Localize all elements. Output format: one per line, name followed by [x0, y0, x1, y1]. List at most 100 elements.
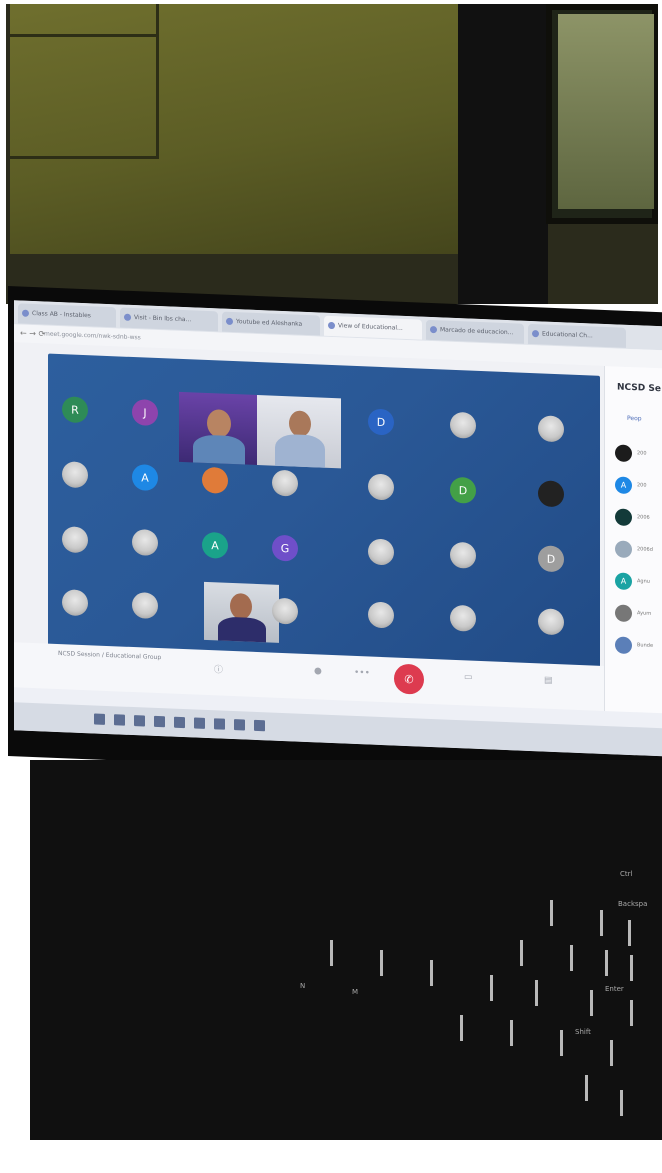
participant-video[interactable]: [179, 391, 259, 466]
taskbar-app-icon[interactable]: [234, 719, 245, 731]
participant-avatar[interactable]: A: [202, 531, 228, 559]
participant-row-avatar: A: [615, 572, 632, 591]
door: [10, 4, 458, 254]
participant-video[interactable]: [204, 581, 279, 643]
key-label: Shift: [575, 1028, 591, 1036]
participant-avatar[interactable]: D: [368, 408, 394, 436]
participant-row[interactable]: Bunde: [615, 636, 662, 656]
address-text: meet.google.com/nwk-sdnb-wss: [44, 330, 141, 342]
taskbar-app-icon[interactable]: [134, 715, 145, 727]
participant-avatar[interactable]: [538, 608, 564, 636]
key-edge: [380, 950, 383, 976]
taskbar-app-icon[interactable]: [154, 715, 165, 728]
key-edge: [460, 1015, 463, 1041]
browser-tab[interactable]: Marcado de educacion...: [426, 319, 524, 344]
taskbar-app-icon[interactable]: [94, 713, 105, 725]
key-edge: [605, 950, 608, 976]
key-label: Ctrl: [620, 870, 633, 878]
participant-avatar[interactable]: [62, 526, 88, 554]
key-label: Backspa: [618, 900, 648, 908]
taskbar-app-icon[interactable]: [194, 717, 205, 729]
participant-row[interactable]: Ayurn: [615, 604, 662, 624]
browser-tab[interactable]: Class AB - Instables: [18, 303, 116, 328]
participant-row-name: Ayurn: [637, 610, 652, 617]
participant-avatar[interactable]: [132, 591, 158, 620]
key-edge: [600, 910, 603, 936]
panel-title: NCSD Se: [617, 382, 661, 395]
key-edge: [510, 1020, 513, 1046]
participant-row-avatar: [615, 444, 632, 463]
key-edge: [610, 1040, 613, 1066]
participant-avatar[interactable]: [450, 411, 476, 439]
browser-tab-active[interactable]: View of Educational...: [324, 315, 422, 340]
participant-avatar[interactable]: [202, 466, 228, 494]
captions-icon[interactable]: ▭: [464, 672, 473, 682]
participant-row-avatar: [615, 604, 632, 623]
participant-video[interactable]: [257, 395, 341, 469]
wall-post: [458, 4, 548, 304]
participant-row[interactable]: A Agnu: [615, 572, 662, 592]
key-edge: [630, 1000, 633, 1026]
participant-row-avatar: [615, 540, 632, 559]
participant-row-avatar: [615, 636, 632, 655]
participant-row[interactable]: A 200: [615, 476, 662, 496]
participant-avatar[interactable]: [538, 480, 564, 508]
key-label: M: [352, 988, 359, 996]
participant-row[interactable]: 2006d: [615, 540, 662, 560]
back-forward-icon[interactable]: ← → ⟳: [20, 324, 45, 343]
key-edge: [620, 1090, 623, 1116]
key-edge: [330, 940, 333, 966]
end-call-button[interactable]: ✆: [394, 663, 424, 695]
key-label: Enter: [605, 985, 624, 993]
participant-avatar[interactable]: [538, 415, 564, 443]
participant-row[interactable]: 2006: [615, 508, 662, 528]
participant-avatar[interactable]: [62, 589, 88, 617]
key-edge: [630, 955, 633, 981]
key-edge: [570, 945, 573, 971]
window-glass: [558, 14, 654, 209]
taskbar-app-icon[interactable]: [174, 716, 185, 729]
people-panel: NCSD Se Peop 200 A 200 2006 2006d A Agnu Ayurn B…: [604, 365, 662, 714]
key-edge: [560, 1030, 563, 1056]
participant-avatar[interactable]: [272, 469, 298, 497]
participant-avatar[interactable]: [62, 461, 88, 489]
participant-avatar[interactable]: D: [538, 545, 564, 573]
browser-tab[interactable]: Educational Ch...: [528, 323, 626, 348]
key-edge: [490, 975, 493, 1001]
participant-row-avatar: [615, 508, 632, 527]
people-tab[interactable]: Peop: [627, 415, 642, 423]
key-edge: [535, 980, 538, 1006]
more-icon[interactable]: •••: [354, 668, 370, 679]
participant-avatar[interactable]: [132, 528, 158, 557]
present-icon[interactable]: ▤: [544, 676, 553, 686]
monitor: Class AB - Instables Visit - Bin lbs cha…: [8, 286, 662, 783]
participant-row-name: 200: [637, 450, 647, 457]
info-icon[interactable]: ⓘ: [214, 662, 223, 675]
taskbar-app-icon[interactable]: [214, 718, 225, 730]
participant-avatar[interactable]: [368, 473, 394, 501]
participant-avatar[interactable]: D: [450, 476, 476, 504]
microphone-icon[interactable]: ●: [314, 666, 322, 676]
key-edge: [430, 960, 433, 986]
participant-row[interactable]: 200: [615, 444, 662, 464]
phone-hangup-icon: ✆: [404, 672, 414, 686]
background-wall: [6, 4, 658, 304]
participant-avatar[interactable]: [368, 538, 394, 566]
participant-avatar[interactable]: [450, 604, 476, 632]
taskbar-app-icon[interactable]: [254, 719, 265, 732]
participant-avatar[interactable]: [272, 597, 298, 625]
participant-avatar[interactable]: R: [62, 396, 88, 424]
key-edge: [585, 1075, 588, 1101]
photo-frame: Class AB - Instables Visit - Bin lbs cha…: [0, 0, 662, 1173]
browser-tab[interactable]: Visit - Bin lbs cha...: [120, 307, 218, 332]
participant-avatar[interactable]: A: [132, 463, 158, 492]
participant-avatar[interactable]: G: [272, 534, 298, 562]
participant-avatar[interactable]: J: [132, 398, 158, 427]
participant-avatar[interactable]: [368, 601, 394, 629]
browser-tab[interactable]: Youtube ed Aleshanka: [222, 311, 320, 336]
participant-avatar[interactable]: [450, 541, 476, 569]
participant-row-name: Agnu: [637, 578, 650, 585]
participant-row-name: Bunde: [637, 642, 654, 649]
keyboard: Ctrl Backspa Enter Shift N M: [30, 760, 662, 1140]
taskbar-app-icon[interactable]: [114, 714, 125, 726]
